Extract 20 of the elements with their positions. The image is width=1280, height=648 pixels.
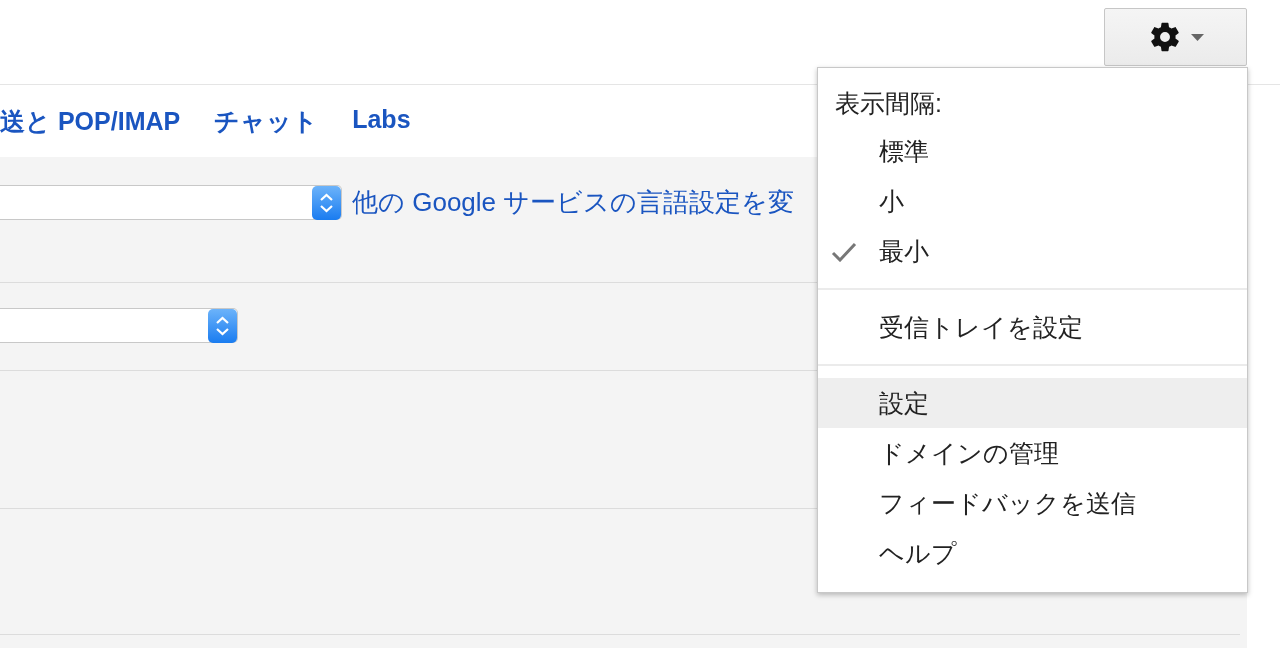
stepper-icon: [208, 308, 237, 343]
settings-tab[interactable]: Labs: [352, 104, 411, 138]
select-field[interactable]: [0, 308, 238, 343]
menu-item[interactable]: 設定: [818, 378, 1247, 428]
settings-tab[interactable]: チャット: [214, 104, 319, 138]
caret-icon: [1190, 33, 1204, 41]
menu-item[interactable]: ドメインの管理: [818, 428, 1247, 478]
checkmark-icon: [831, 242, 857, 262]
density-option[interactable]: 標準: [818, 126, 1247, 176]
menu-item[interactable]: 受信トレイを設定: [818, 302, 1247, 352]
menu-heading: 表示間隔:: [834, 88, 943, 119]
menu-item[interactable]: フィードバックを送信: [818, 478, 1247, 528]
language-link[interactable]: 他の Google サービスの言語設定を変: [352, 185, 795, 220]
select-field[interactable]: [0, 185, 342, 220]
density-option[interactable]: 最小: [818, 226, 1247, 276]
menu-item[interactable]: ヘルプ: [818, 528, 1247, 578]
stepper-icon: [312, 185, 341, 220]
density-option[interactable]: 小: [818, 176, 1247, 226]
settings-tab[interactable]: 送と POP/IMAP: [0, 104, 181, 138]
settings-button[interactable]: [1104, 8, 1247, 66]
